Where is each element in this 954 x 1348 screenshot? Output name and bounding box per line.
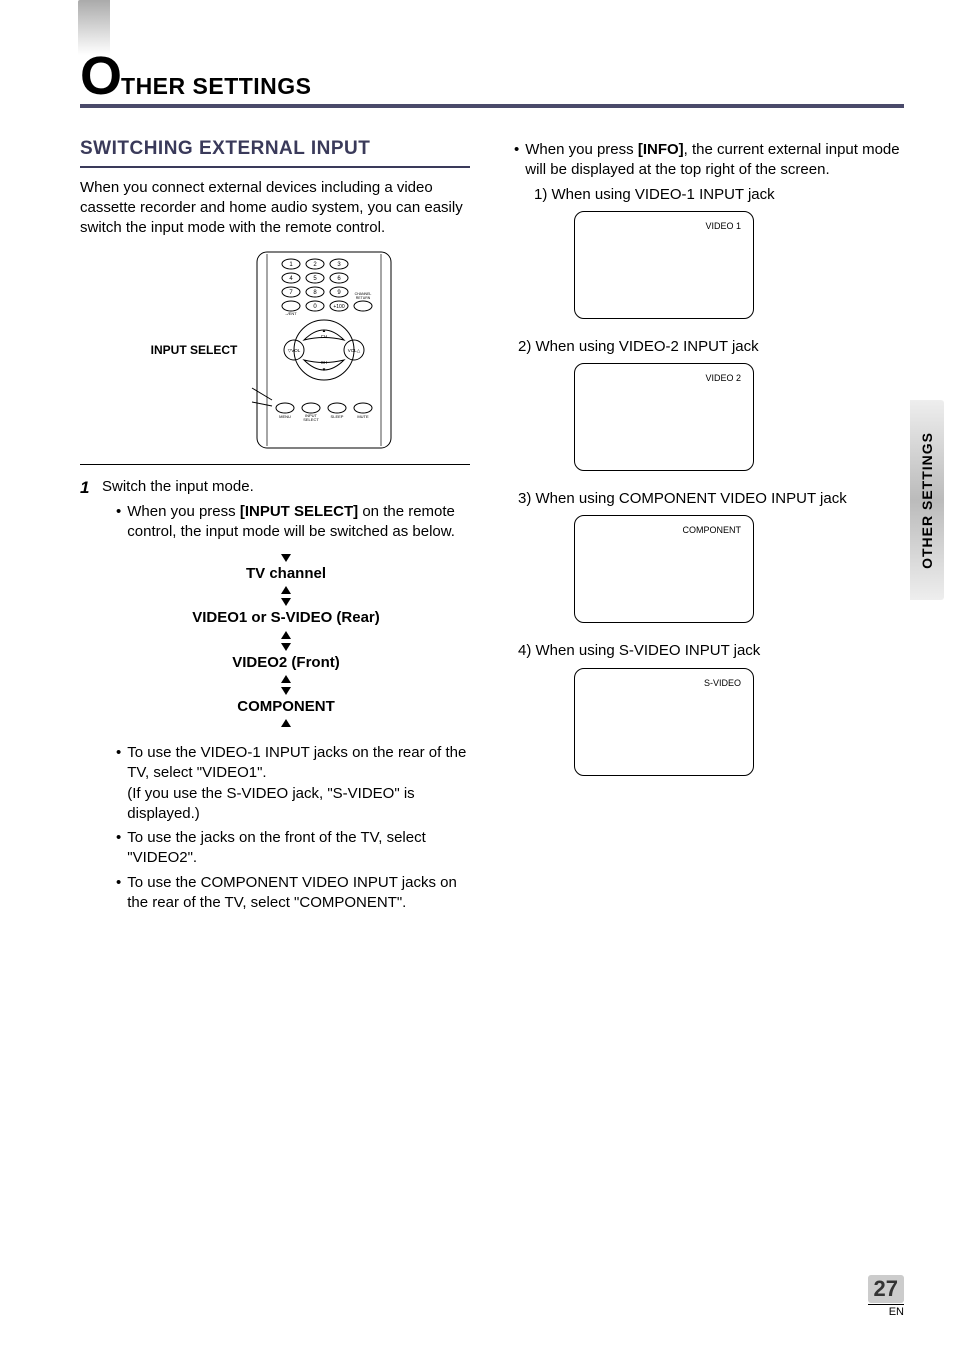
info-item-1-label: 1) When using VIDEO-1 INPUT jack <box>534 185 904 205</box>
remote-figure: INPUT SELECT 1 2 3 4 5 6 7 8 9 –/ENT <box>80 250 470 450</box>
remote-illustration: 1 2 3 4 5 6 7 8 9 –/ENT 0 +100 CHANNEL R… <box>249 250 399 450</box>
svg-text:5: 5 <box>314 276 318 282</box>
step-bullet-1-text: When you press [INPUT SELECT] on the rem… <box>127 502 470 543</box>
chapter-title: OTHER SETTINGS <box>80 60 904 108</box>
svg-text:MUTE: MUTE <box>358 414 370 419</box>
screen-tag: COMPONENT <box>683 524 742 536</box>
bullet-dot-icon: • <box>514 140 519 181</box>
bullet-video1-note: (If you use the S-VIDEO jack, "S-VIDEO" … <box>127 785 414 822</box>
svg-text:SLEEP: SLEEP <box>331 414 344 419</box>
arrow-updown-icon <box>281 675 291 695</box>
screen-preview-video2: VIDEO 2 <box>574 363 754 471</box>
text-fragment: When you press <box>525 141 638 158</box>
step-bullet-1: • When you press [INPUT SELECT] on the r… <box>116 502 470 543</box>
info-bullet-text: When you press [INFO], the current exter… <box>525 140 904 181</box>
bullet-video2-text: To use the jacks on the front of the TV,… <box>127 828 470 869</box>
chapter-rest: THER SETTINGS <box>121 73 312 99</box>
language-code: EN <box>868 1304 904 1318</box>
arrow-down-icon <box>161 554 411 562</box>
bullet-video2: • To use the jacks on the front of the T… <box>116 828 470 869</box>
left-column: SWITCHING EXTERNAL INPUT When you connec… <box>80 136 470 923</box>
bold-fragment: [INFO] <box>638 141 684 158</box>
svg-text:VOL△: VOL△ <box>348 348 361 353</box>
screen-tag: VIDEO 1 <box>705 220 741 232</box>
page-number-badge: 27 <box>868 1275 904 1303</box>
svg-text:RETURN: RETURN <box>356 296 371 300</box>
info-item-4-label: 4) When using S-VIDEO INPUT jack <box>518 641 904 661</box>
info-bullet: • When you press [INFO], the current ext… <box>514 140 904 181</box>
svg-text:6: 6 <box>338 276 342 282</box>
step-text: Switch the input mode. <box>102 477 470 497</box>
mode-cycle-diagram: TV channel VIDEO1 or S-VIDEO (Rear) VIDE… <box>161 554 411 727</box>
svg-text:▽VOL: ▽VOL <box>288 348 301 353</box>
svg-text:4: 4 <box>290 276 294 282</box>
bullet-video1-text: To use the VIDEO-1 INPUT jacks on the re… <box>127 744 466 781</box>
screen-tag: VIDEO 2 <box>705 372 741 384</box>
svg-text:CH: CH <box>321 334 328 339</box>
bullet-dot-icon: • <box>116 828 121 869</box>
right-column: • When you press [INFO], the current ext… <box>514 136 904 923</box>
svg-text:7: 7 <box>290 290 294 296</box>
info-item-2-label: 2) When using VIDEO-2 INPUT jack <box>518 337 904 357</box>
bullet-dot-icon: • <box>116 873 121 914</box>
chapter-big-letter: O <box>80 46 121 106</box>
mode-tv: TV channel <box>161 564 411 584</box>
svg-text:3: 3 <box>338 262 342 268</box>
mode-video1: VIDEO1 or S-VIDEO (Rear) <box>161 608 411 628</box>
remote-figure-label: INPUT SELECT <box>151 342 238 358</box>
corner-shadow <box>78 0 110 55</box>
svg-text:8: 8 <box>314 290 318 296</box>
mode-video2: VIDEO2 (Front) <box>161 653 411 673</box>
arrow-updown-icon <box>281 631 291 651</box>
section-intro: When you connect external devices includ… <box>80 178 470 239</box>
step-1: 1 Switch the input mode. • When you pres… <box>80 477 470 917</box>
arrow-up-icon <box>161 719 411 727</box>
divider <box>80 464 470 465</box>
arrow-updown-icon <box>281 586 291 606</box>
side-tab-label: OTHER SETTINGS <box>919 432 935 569</box>
bullet-video1: • To use the VIDEO-1 INPUT jacks on the … <box>116 743 470 824</box>
page-number: 27 <box>874 1276 898 1301</box>
mode-component: COMPONENT <box>161 697 411 717</box>
page-footer: 27 EN <box>868 1275 904 1318</box>
side-tab: OTHER SETTINGS <box>910 400 944 600</box>
screen-preview-svideo: S-VIDEO <box>574 668 754 776</box>
svg-text:SELECT: SELECT <box>304 417 320 422</box>
svg-text:▲: ▲ <box>322 328 326 333</box>
svg-text:2: 2 <box>314 262 318 268</box>
bullet-component: • To use the COMPONENT VIDEO INPUT jacks… <box>116 873 470 914</box>
screen-tag: S-VIDEO <box>704 677 741 689</box>
svg-text:+100: +100 <box>334 304 345 310</box>
screen-preview-component: COMPONENT <box>574 515 754 623</box>
text-fragment: When you press <box>127 503 240 520</box>
svg-text:MENU: MENU <box>279 414 291 419</box>
bullet-dot-icon: • <box>116 743 121 824</box>
svg-text:–/ENT: –/ENT <box>286 311 298 316</box>
svg-text:CH: CH <box>321 360 328 365</box>
bullet-component-text: To use the COMPONENT VIDEO INPUT jacks o… <box>127 873 470 914</box>
bullet-dot-icon: • <box>116 502 121 543</box>
info-item-3-label: 3) When using COMPONENT VIDEO INPUT jack <box>518 489 904 509</box>
svg-text:9: 9 <box>338 290 342 296</box>
svg-text:0: 0 <box>314 304 318 310</box>
screen-preview-video1: VIDEO 1 <box>574 211 754 319</box>
svg-text:▼: ▼ <box>322 367 326 372</box>
bold-fragment: [INPUT SELECT] <box>240 503 358 520</box>
section-title: SWITCHING EXTERNAL INPUT <box>80 136 470 168</box>
step-number: 1 <box>80 477 94 917</box>
svg-text:1: 1 <box>290 262 294 268</box>
